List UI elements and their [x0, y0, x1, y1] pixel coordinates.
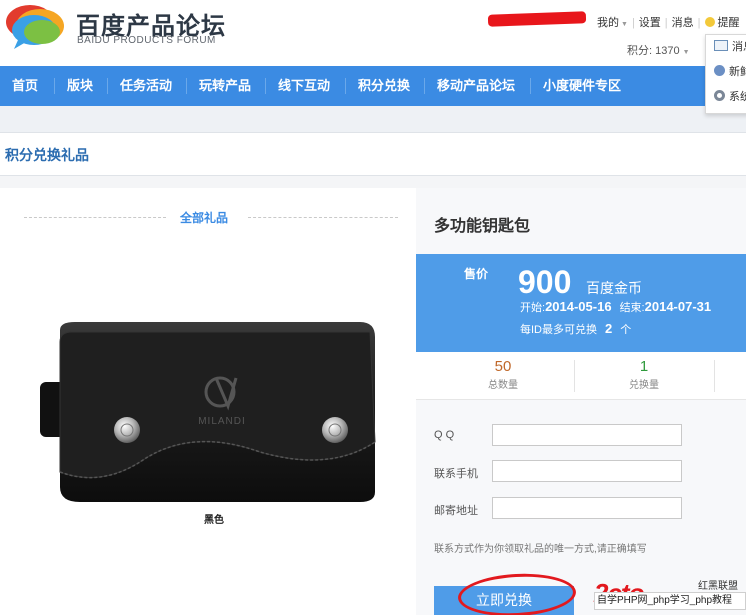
- qq-label: Q Q: [434, 429, 455, 441]
- divider-line: [248, 217, 398, 218]
- page-title: 积分兑换礼品: [5, 147, 89, 163]
- address-input[interactable]: [492, 497, 682, 519]
- watermark-small-text: 红黑联盟: [698, 581, 738, 592]
- nav-offline[interactable]: 线下互动: [278, 66, 330, 106]
- nav-hardware[interactable]: 小度硬件专区: [543, 66, 621, 106]
- product-title: 多功能钥匙包: [434, 218, 531, 235]
- phone-row: 联系手机: [434, 460, 734, 484]
- nav-divider: [424, 78, 425, 94]
- chevron-down-icon: ▼: [682, 49, 690, 56]
- nav-products[interactable]: 玩转产品: [199, 66, 251, 106]
- section-gap: [0, 176, 746, 188]
- price-value: 900: [518, 264, 572, 300]
- divider-line: [24, 217, 166, 218]
- stat-total-label: 总数量: [488, 380, 518, 391]
- dropdown-item-news[interactable]: 新鲜事: [706, 60, 746, 85]
- nav-divider: [345, 78, 346, 94]
- limit-value: 2: [605, 321, 613, 336]
- messages-link[interactable]: 消息: [672, 17, 694, 29]
- phone-label: 联系手机: [434, 468, 478, 480]
- product-image-key-wallet[interactable]: MILANDI: [30, 322, 380, 512]
- price-label: 售价: [464, 267, 489, 281]
- price-box: 售价 900 百度金币 开始:2014-05-16 结束:2014-07-31 每…: [416, 254, 746, 352]
- address-row: 邮寄地址: [434, 497, 734, 521]
- stat-exchanged-num: 1: [639, 358, 649, 375]
- product-brand-text: MILANDI: [198, 416, 246, 427]
- stock-stats: 50 总数量 1 兑换量: [416, 352, 746, 400]
- qq-input[interactable]: [492, 424, 682, 446]
- phone-input[interactable]: [492, 460, 682, 482]
- baidu-forum-logo-icon[interactable]: [4, 2, 70, 50]
- date-range: 开始:2014-05-16 结束:2014-07-31: [520, 299, 712, 314]
- product-gallery: 全部礼品 MILANDI 黑色: [0, 188, 416, 615]
- site-header: 百度产品论坛 BAIDU PRODUCTS FORUM 我的 ▼ | 设置 | 消息 | 提醒…: [0, 0, 746, 66]
- nav-divider: [54, 78, 55, 94]
- nav-tasks[interactable]: 任务活动: [120, 66, 172, 106]
- nav-mobile-forum[interactable]: 移动产品论坛: [437, 66, 515, 106]
- points-display[interactable]: 积分: 1370 ▼: [627, 42, 690, 58]
- exchange-limit: 每ID最多可兑换 2 个: [520, 321, 632, 336]
- nav-home[interactable]: 首页: [12, 66, 38, 106]
- nav-divider: [107, 78, 108, 94]
- product-details: 多功能钥匙包 售价 900 百度金币 开始:2014-05-16 结束:2014-…: [416, 188, 746, 615]
- category-all-gifts[interactable]: 全部礼品: [180, 209, 228, 226]
- stat-exchanged-label: 兑换量: [629, 380, 659, 391]
- color-option-label[interactable]: 黑色: [204, 511, 224, 526]
- chevron-down-icon: ▼: [621, 21, 628, 28]
- stat-divider: [714, 360, 715, 392]
- qq-row: Q Q: [434, 424, 734, 448]
- redacted-username[interactable]: [487, 11, 587, 27]
- nav-divider: [265, 78, 266, 94]
- dropdown-item-system[interactable]: 系统: [706, 85, 746, 110]
- nav-divider: [186, 78, 187, 94]
- stat-total-num: 50: [494, 358, 512, 375]
- user-links: 我的 ▼ | 设置 | 消息 | 提醒: [597, 17, 740, 29]
- reminders-dropdown: 消息 新鲜事 系统: [705, 34, 746, 114]
- lightbulb-icon: [704, 17, 715, 27]
- mail-icon: [714, 40, 728, 51]
- sub-nav-bar: [0, 106, 746, 132]
- watermark-bar: 自学PHP网_php学习_php教程: [594, 592, 746, 610]
- price-unit: 百度金币: [586, 280, 642, 296]
- reminders-link[interactable]: 提醒: [704, 17, 740, 29]
- end-date: 2014-07-31: [644, 299, 712, 314]
- page-title-bar: 积分兑换礼品: [0, 132, 746, 176]
- dropdown-item-messages[interactable]: 消息: [706, 35, 746, 60]
- address-label: 邮寄地址: [434, 505, 478, 517]
- main-nav: 首页 版块 任务活动 玩转产品 线下互动 积分兑换 移动产品论坛 小度硬件专区: [0, 66, 746, 106]
- brand-subtitle: BAIDU PRODUCTS FORUM: [77, 35, 216, 46]
- nav-sections[interactable]: 版块: [67, 66, 93, 106]
- gear-icon: [714, 90, 725, 101]
- stat-exchanged: 1 兑换量: [574, 358, 714, 391]
- settings-link[interactable]: 设置: [639, 17, 661, 29]
- start-date: 2014-05-16: [545, 299, 612, 314]
- user-icon: [714, 65, 725, 76]
- stat-total: 50 总数量: [433, 358, 573, 391]
- my-menu-link[interactable]: 我的 ▼: [597, 17, 628, 29]
- nav-points-exchange[interactable]: 积分兑换: [358, 66, 410, 106]
- nav-divider: [530, 78, 531, 94]
- form-note: 联系方式作为你领取礼品的唯一方式,请正确填写: [434, 544, 647, 555]
